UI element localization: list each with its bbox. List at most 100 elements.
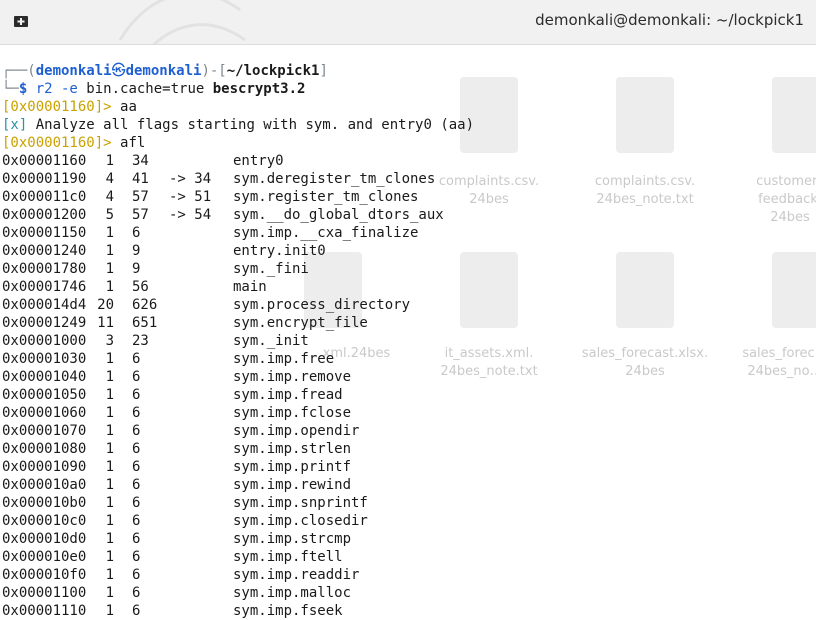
function-row: 0x000010f0 1 6 sym.imp.readdir [2, 566, 814, 584]
function-address: 0x00001190 [2, 171, 87, 187]
function-address: 0x000010f0 [2, 567, 87, 583]
function-row: 0x00001080 1 6 sym.imp.strlen [2, 440, 814, 458]
function-size: 651 [132, 315, 158, 331]
r2-command-line: [0x00001160]> afl [2, 135, 146, 151]
function-row: 0x00001070 1 6 sym.imp.opendir [2, 422, 814, 440]
function-address: 0x00001249 [2, 315, 87, 331]
function-size: 57 [132, 189, 149, 205]
function-block-count: 1 [105, 261, 114, 277]
function-row: 0x00001100 1 6 sym.imp.malloc [2, 584, 814, 602]
function-xref: -> 51 [169, 189, 212, 205]
function-size: 34 [132, 153, 149, 169]
function-block-count: 11 [97, 315, 114, 331]
function-name: sym.imp.closedir [233, 513, 368, 529]
prompt-line: ┌──(demonkali㉿demonkali)-[~/lockpick1] [2, 63, 328, 79]
function-size: 6 [132, 405, 141, 421]
function-address: 0x00001110 [2, 603, 87, 619]
function-block-count: 1 [105, 513, 114, 529]
function-name: sym.imp.free [233, 351, 335, 367]
function-size: 6 [132, 513, 141, 529]
function-row: 0x000010b0 1 6 sym.imp.snprintf [2, 494, 814, 512]
function-name: sym.imp.remove [233, 369, 352, 385]
function-block-count: 1 [105, 495, 114, 511]
function-row: 0x00001060 1 6 sym.imp.fclose [2, 404, 814, 422]
function-block-count: 4 [105, 171, 114, 187]
function-size: 6 [132, 549, 141, 565]
function-row: 0x000010a0 1 6 sym.imp.rewind [2, 476, 814, 494]
function-size: 57 [132, 207, 149, 223]
function-block-count: 1 [105, 603, 114, 619]
function-address: 0x000014d4 [2, 297, 87, 313]
terminal-output[interactable]: ┌──(demonkali㉿demonkali)-[~/lockpick1] └… [2, 62, 814, 620]
function-address: 0x00001030 [2, 351, 87, 367]
function-address: 0x000010d0 [2, 531, 87, 547]
function-block-count: 20 [97, 297, 114, 313]
kali-dragon-watermark-icon [118, 0, 246, 44]
function-block-count: 1 [105, 459, 114, 475]
function-address: 0x00001080 [2, 441, 87, 457]
function-name: sym.encrypt_file [233, 315, 368, 331]
function-row: 0x00001200 5 57 -> 54 sym.__do_global_dtors_… [2, 206, 814, 224]
function-row: 0x00001780 1 9 sym._fini [2, 260, 814, 278]
function-block-count: 1 [105, 387, 114, 403]
function-name: main [233, 279, 267, 295]
function-address: 0x00001780 [2, 261, 87, 277]
title-bar: demonkali@demonkali: ~/lockpick1 [0, 0, 816, 45]
function-block-count: 1 [105, 369, 114, 385]
function-name: sym.imp.strcmp [233, 531, 352, 547]
function-name: sym.imp.__cxa_finalize [233, 225, 419, 241]
function-size: 6 [132, 603, 141, 619]
function-address: 0x000010b0 [2, 495, 87, 511]
function-block-count: 5 [105, 207, 114, 223]
function-address: 0x000010a0 [2, 477, 87, 493]
function-block-count: 1 [105, 477, 114, 493]
function-address: 0x00001050 [2, 387, 87, 403]
function-size: 23 [132, 333, 149, 349]
function-name: sym.imp.malloc [233, 585, 352, 601]
r2-command-line: [0x00001160]> aa [2, 99, 137, 115]
function-name: sym.imp.opendir [233, 423, 360, 439]
function-row: 0x00001040 1 6 sym.imp.remove [2, 368, 814, 386]
function-address: 0x00001150 [2, 225, 87, 241]
window-title: demonkali@demonkali: ~/lockpick1 [535, 11, 804, 29]
function-address: 0x00001040 [2, 369, 87, 385]
function-row: 0x00001190 4 41 -> 34 sym.deregister_tm_clon… [2, 170, 814, 188]
function-name: sym._init [233, 333, 309, 349]
function-xref: -> 54 [169, 207, 212, 223]
function-block-count: 1 [105, 531, 114, 547]
function-size: 9 [132, 261, 141, 277]
function-name: sym.imp.strlen [233, 441, 352, 457]
function-row: 0x000014d4 20 626 sym.process_directory [2, 296, 814, 314]
function-size: 6 [132, 351, 141, 367]
function-size: 6 [132, 567, 141, 583]
function-size: 6 [132, 423, 141, 439]
function-size: 56 [132, 279, 149, 295]
function-block-count: 4 [105, 189, 114, 205]
function-row: 0x00001249 11 651 sym.encrypt_file [2, 314, 814, 332]
function-address: 0x000011c0 [2, 189, 87, 205]
function-address: 0x00001060 [2, 405, 87, 421]
command-line: └─$ r2 -e bin.cache=true bescrypt3.2 [2, 81, 306, 97]
new-tab-icon[interactable] [12, 12, 30, 30]
function-name: sym.imp.printf [233, 459, 352, 475]
function-name: sym.imp.readdir [233, 567, 360, 583]
function-row: 0x00001090 1 6 sym.imp.printf [2, 458, 814, 476]
function-address: 0x00001240 [2, 243, 87, 259]
function-size: 6 [132, 495, 141, 511]
function-block-count: 1 [105, 405, 114, 421]
function-name: sym.imp.snprintf [233, 495, 368, 511]
function-size: 6 [132, 585, 141, 601]
function-size: 6 [132, 477, 141, 493]
function-name: sym.imp.fread [233, 387, 343, 403]
function-block-count: 1 [105, 351, 114, 367]
function-row: 0x00001746 1 56 main [2, 278, 814, 296]
function-address: 0x00001200 [2, 207, 87, 223]
function-size: 6 [132, 531, 141, 547]
function-name: entry0 [233, 153, 284, 169]
function-size: 9 [132, 243, 141, 259]
function-size: 6 [132, 441, 141, 457]
function-block-count: 1 [105, 567, 114, 583]
analyze-message: [x] Analyze all flags starting with sym.… [2, 117, 475, 133]
function-list: 0x00001160 1 34 entry0 0x00001190 4 41 -> 34 sym… [2, 152, 814, 620]
function-name: sym.imp.fclose [233, 405, 352, 421]
